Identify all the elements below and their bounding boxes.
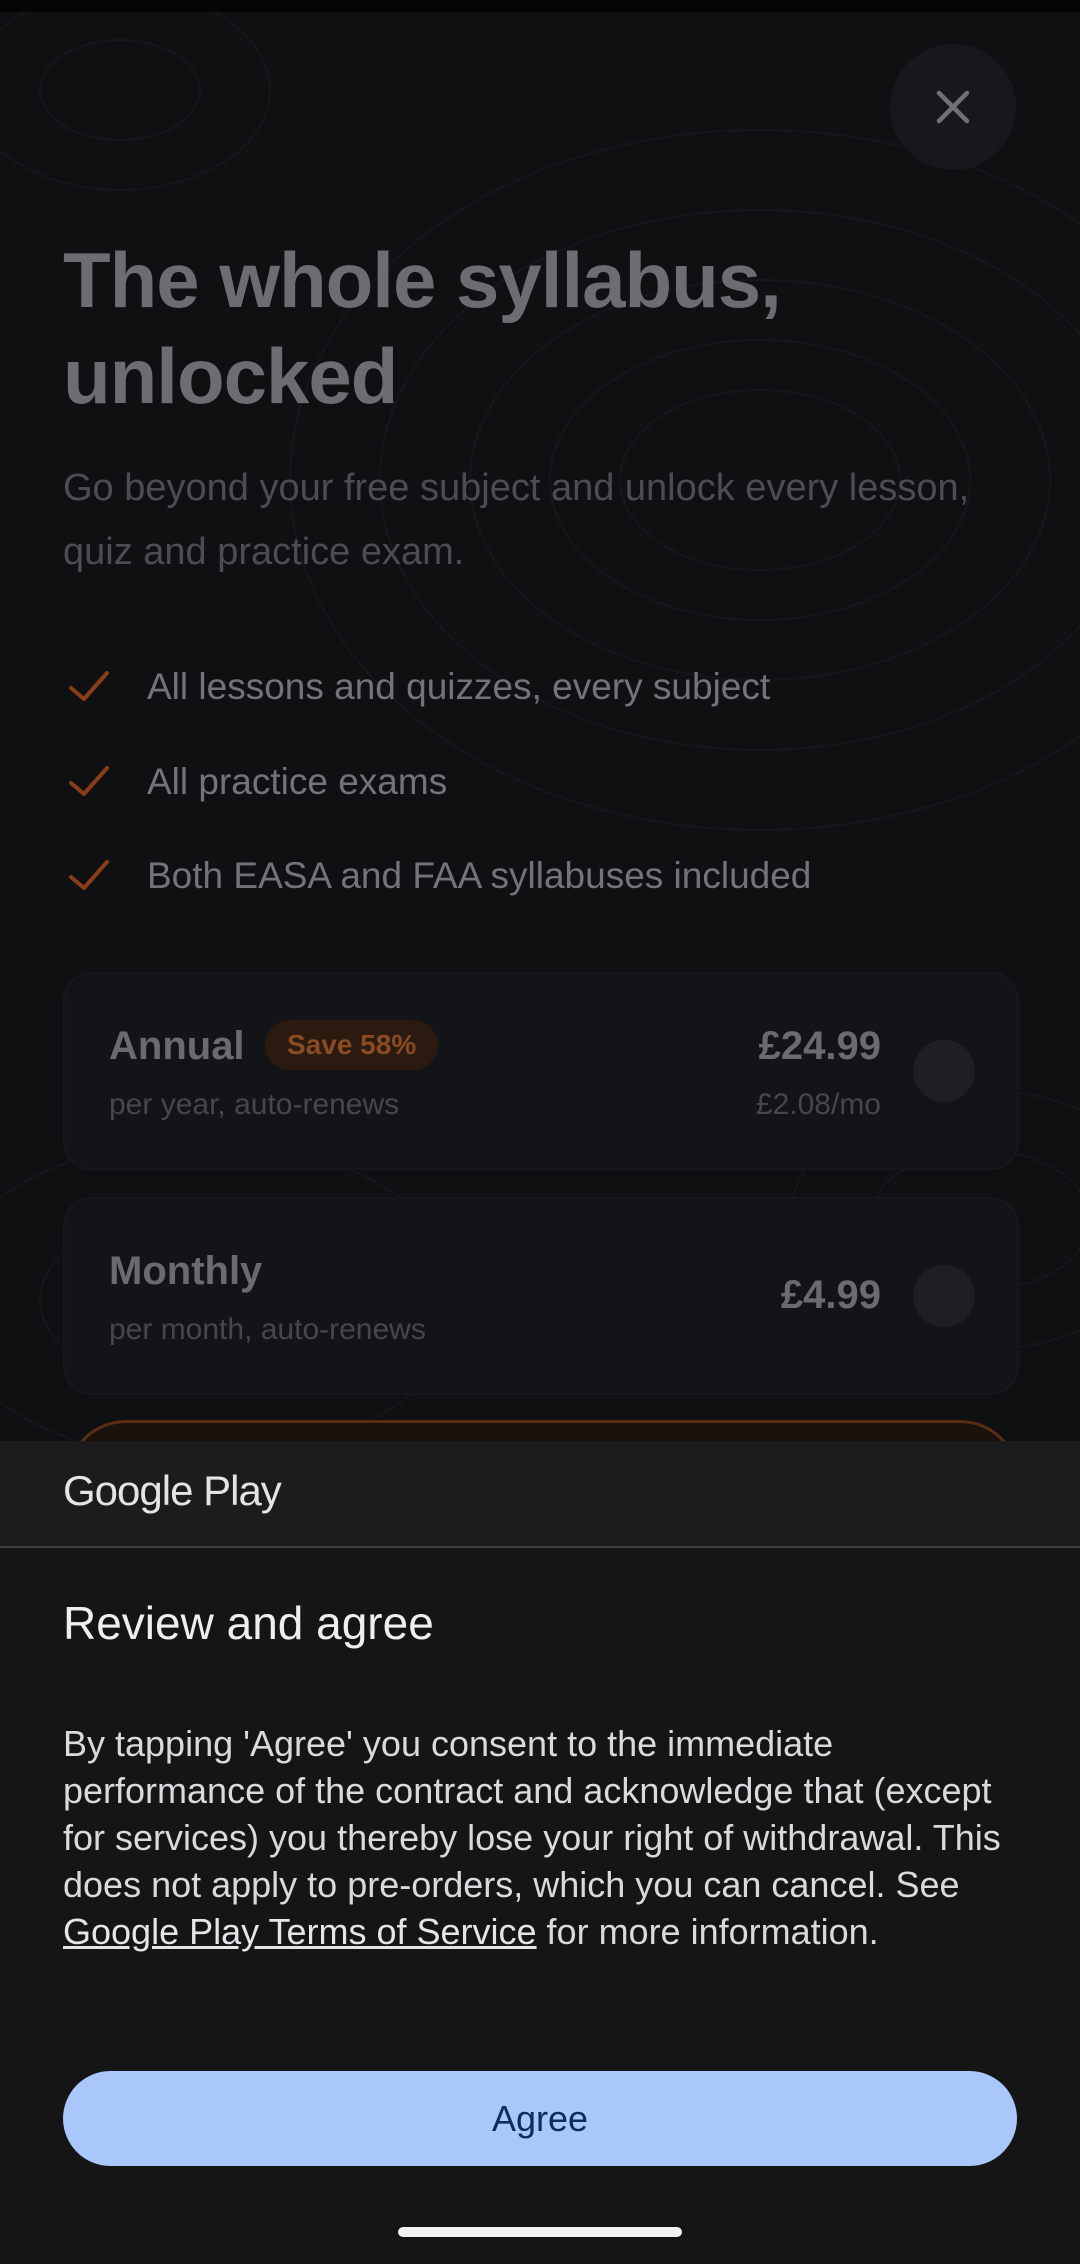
feature-text: All practice exams: [147, 761, 448, 802]
home-indicator[interactable]: [398, 2227, 682, 2237]
plan-monthly-price: £4.99: [780, 1273, 881, 1317]
terms-of-service-link[interactable]: Google Play Terms of Service: [63, 1911, 537, 1952]
plan-monthly-radio[interactable]: [913, 1265, 975, 1327]
sheet-header: Google Play: [0, 1441, 1080, 1548]
agree-button-label: Agree: [491, 2097, 589, 2139]
feature-text: Both EASA and FAA syllabuses included: [147, 855, 812, 896]
close-button[interactable]: [890, 44, 1016, 170]
plan-annual-per-month: £2.08/mo: [755, 1088, 881, 1121]
google-play-logo: Google Play: [63, 1467, 282, 1514]
check-icon: [69, 766, 109, 796]
feature-item: All lessons and quizzes, every subject: [63, 657, 770, 717]
plan-annual-price: £24.99: [758, 1024, 881, 1068]
save-badge: Save 58%: [265, 1020, 439, 1070]
review-title: Review and agree: [63, 1597, 434, 1649]
plan-monthly-name: Monthly: [109, 1249, 263, 1293]
feature-item: All practice exams: [63, 752, 447, 812]
headline-line-1: The whole syllabus,: [63, 236, 782, 324]
feature-item: Both EASA and FAA syllabuses included: [63, 846, 811, 906]
consent-text: By tapping 'Agree' you consent to the im…: [63, 1720, 1023, 1955]
check-icon: [69, 671, 109, 701]
plan-annual-subtitle: per year, auto-renews: [109, 1088, 400, 1121]
plan-annual-name: Annual: [109, 1024, 245, 1068]
check-icon: [69, 860, 109, 890]
status-bar: [0, 0, 1080, 12]
paywall-headline: The whole syllabus, unlocked: [63, 232, 963, 424]
plan-monthly-subtitle: per month, auto-renews: [109, 1313, 426, 1346]
close-icon: [936, 90, 970, 124]
headline-line-2: unlocked: [63, 332, 398, 420]
feature-text: All lessons and quizzes, every subject: [147, 666, 771, 707]
plan-annual-card[interactable]: Annual Save 58% per year, auto-renews £2…: [63, 972, 1019, 1170]
paywall-subhead: Go beyond your free subject and unlock e…: [63, 467, 970, 573]
sheet-body: Review and agree By tapping 'Agree' you …: [0, 1548, 1080, 2264]
consent-text-after: for more information.: [536, 1911, 879, 1952]
google-play-sheet: Google Play Review and agree By tapping …: [0, 1441, 1080, 2264]
screen: The whole syllabus, unlocked Go beyond y…: [0, 0, 1080, 2264]
plan-annual-radio[interactable]: [913, 1040, 975, 1102]
agree-button[interactable]: Agree: [63, 2071, 1017, 2166]
consent-text-before: By tapping 'Agree' you consent to the im…: [63, 1723, 1001, 1905]
plan-monthly-card[interactable]: Monthly per month, auto-renews £4.99: [63, 1197, 1019, 1395]
